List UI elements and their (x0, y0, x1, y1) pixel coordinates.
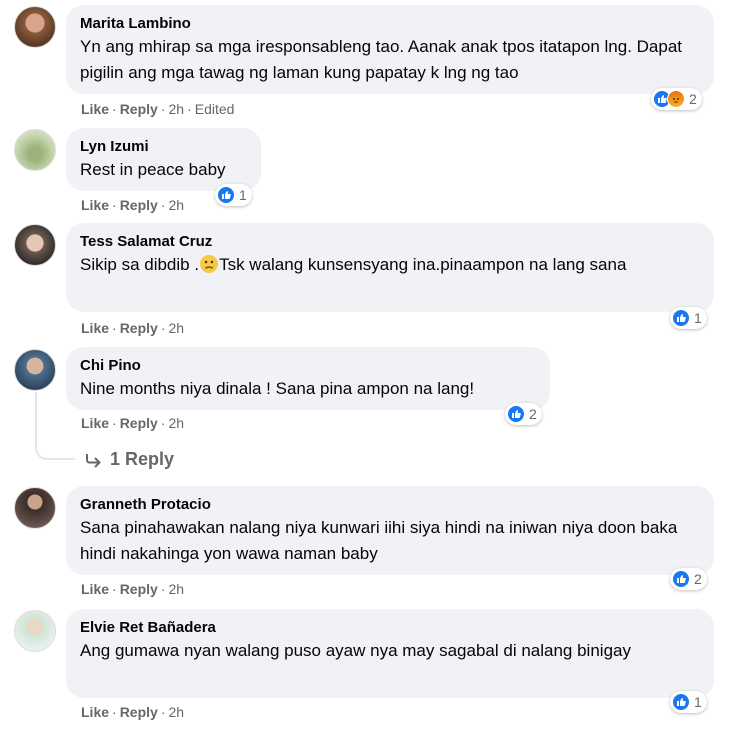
comment-text: Nine months niya dinala ! Sana pina ampo… (80, 379, 475, 398)
comment-bubble: Tess Salamat Cruz Sikip sa dibdib . Tsk w… (66, 223, 714, 312)
reply-link[interactable]: Reply (120, 704, 158, 720)
reaction-summary[interactable]: 2 (505, 403, 542, 425)
reply-link[interactable]: Reply (120, 320, 158, 336)
comment-actions: Like · Reply · 2h (81, 197, 185, 213)
thread-line (35, 392, 37, 444)
avatar[interactable] (14, 224, 56, 266)
comment-time: 2h (168, 415, 185, 431)
comment-bubble: Granneth Protacio Sana pinahawakan nalan… (66, 486, 714, 575)
reply-link[interactable]: Reply (120, 581, 158, 597)
comment-author[interactable]: Elvie Ret Bañadera (80, 618, 700, 638)
reaction-count: 1 (694, 694, 702, 710)
like-link[interactable]: Like (81, 581, 109, 597)
reaction-count: 2 (529, 406, 537, 422)
comment-text: Ang gumawa nyan walang puso ayaw nya may… (80, 641, 631, 660)
comment-bubble: Marita Lambino Yn ang mhirap sa mga ires… (66, 5, 714, 94)
like-link[interactable]: Like (81, 101, 109, 117)
comment-text: Rest in peace baby (80, 160, 226, 179)
comment-author[interactable]: Chi Pino (80, 356, 536, 376)
thread-curve (35, 440, 75, 460)
sad-face-emoji-icon (200, 255, 219, 273)
reaction-summary[interactable]: 1 (215, 184, 252, 206)
reaction-count: 2 (689, 91, 697, 107)
reply-link[interactable]: Reply (120, 101, 158, 117)
avatar[interactable] (14, 6, 56, 48)
comment-time: 2h (168, 704, 185, 720)
view-replies-label: 1 Reply (110, 449, 175, 469)
reply-link[interactable]: Reply (120, 197, 158, 213)
comment-text: Sikip sa dibdib . Tsk walang kunsensyang … (80, 255, 627, 274)
comment-author[interactable]: Granneth Protacio (80, 495, 700, 515)
reaction-count: 1 (694, 310, 702, 326)
comment-bubble: Chi Pino Nine months niya dinala ! Sana … (66, 347, 550, 410)
comment-text: Yn ang mhirap sa mga iresponsableng tao.… (80, 37, 683, 82)
reaction-summary[interactable]: 1 (670, 691, 707, 713)
like-icon (217, 186, 235, 204)
comment-time: 2h (168, 101, 185, 117)
like-icon (672, 693, 690, 711)
avatar[interactable] (14, 487, 56, 529)
comment-author[interactable]: Marita Lambino (80, 14, 700, 34)
comment-actions: Like · Reply · 2h · Edited (81, 101, 235, 117)
angry-icon (667, 90, 685, 108)
comment-time: 2h (168, 197, 185, 213)
comment-bubble: Lyn Izumi Rest in peace baby (66, 128, 261, 191)
like-icon (672, 309, 690, 327)
comment-time: 2h (168, 581, 185, 597)
comment-actions: Like · Reply · 2h (81, 320, 185, 336)
comment-actions: Like · Reply · 2h (81, 704, 185, 720)
comment-text: Sana pinahawakan nalang niya kunwari iih… (80, 518, 678, 563)
reaction-count: 2 (694, 571, 702, 587)
edited-label: Edited (194, 101, 235, 117)
reaction-count: 1 (239, 187, 247, 203)
reply-arrow-icon (86, 453, 101, 468)
like-icon (672, 570, 690, 588)
avatar[interactable] (14, 129, 56, 171)
like-icon (507, 405, 525, 423)
like-link[interactable]: Like (81, 320, 109, 336)
like-link[interactable]: Like (81, 415, 109, 431)
view-replies-link[interactable]: 1 Reply (84, 449, 174, 470)
avatar[interactable] (14, 349, 56, 391)
comment-bubble: Elvie Ret Bañadera Ang gumawa nyan walan… (66, 609, 714, 698)
reaction-summary[interactable]: 1 (670, 307, 707, 329)
comment-time: 2h (168, 320, 185, 336)
reaction-summary[interactable]: 2 (651, 88, 702, 110)
like-link[interactable]: Like (81, 704, 109, 720)
comment-actions: Like · Reply · 2h (81, 415, 185, 431)
avatar[interactable] (14, 610, 56, 652)
comment-author[interactable]: Tess Salamat Cruz (80, 232, 700, 252)
like-link[interactable]: Like (81, 197, 109, 213)
reaction-summary[interactable]: 2 (670, 568, 707, 590)
comment-actions: Like · Reply · 2h (81, 581, 185, 597)
comment-author[interactable]: Lyn Izumi (80, 137, 247, 157)
reply-link[interactable]: Reply (120, 415, 158, 431)
